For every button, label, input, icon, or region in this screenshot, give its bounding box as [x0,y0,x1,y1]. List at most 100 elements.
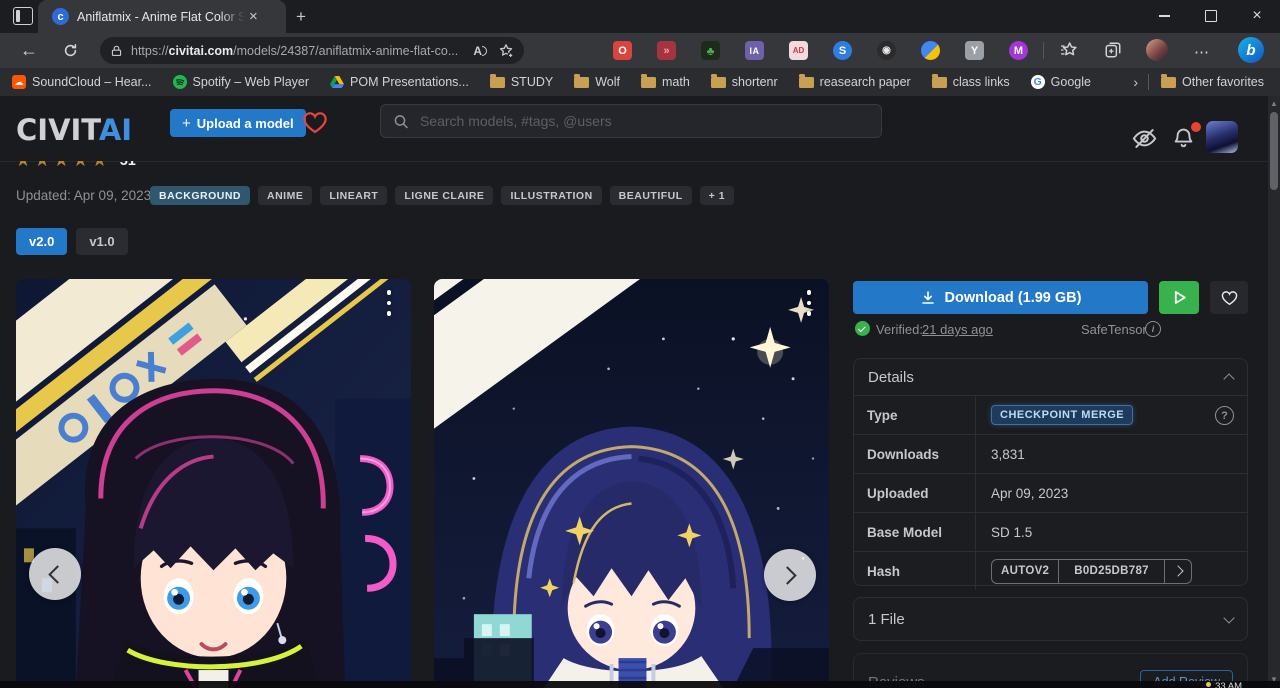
civitai-logo[interactable]: CIVITAI [16,113,132,147]
google-drive-icon [330,76,344,88]
bookmark-folder-math[interactable]: math [641,75,690,89]
files-title: 1 File [868,611,905,628]
hash-copy-group[interactable]: AUTOV2 B0D25DB787 [991,559,1192,584]
files-header[interactable]: 1 File [854,598,1247,640]
toolbar-separator [1043,42,1044,59]
rating-stars[interactable]: ★★★★★ 51 [15,161,235,173]
chevron-right-icon[interactable] [1165,560,1191,583]
folder-icon [932,77,947,88]
user-avatar[interactable] [1206,121,1238,153]
scrollbar-thumb[interactable] [1270,112,1278,190]
like-button[interactable] [1210,281,1248,314]
run-model-button[interactable] [1159,281,1199,314]
chevron-left-icon [48,565,66,583]
version-selector: v2.0 v1.0 [16,228,128,255]
extension-icon-1[interactable]: » [657,41,676,60]
bookmarks-bar: ☁SoundCloud – Hear... Spotify – Web Play… [0,68,1280,96]
version-v1[interactable]: v1.0 [76,228,127,255]
bookmark-folder-shortenr[interactable]: shortenr [711,75,778,89]
search-bar[interactable] [380,104,882,138]
window-maximize-button[interactable] [1188,0,1234,32]
tab-close-icon[interactable]: × [249,9,258,24]
image-1-menu-icon[interactable] [386,290,392,316]
extension-icon-4[interactable]: AD [789,41,808,60]
tag-ligne-claire[interactable]: LIGNE CLAIRE [395,186,493,205]
detail-row-base-model: Base Model SD 1.5 [854,512,1247,551]
bookmark-pom-presentations[interactable]: POM Presentations... [330,75,469,89]
carousel-prev-button[interactable] [29,548,81,600]
extension-icon-2[interactable]: ♣ [701,41,720,60]
hide-eye-icon[interactable] [1132,126,1157,156]
question-icon[interactable]: ? [1215,406,1234,425]
collections-icon[interactable] [1104,41,1122,64]
taskbar-peek[interactable]: 33 AM [0,681,1280,688]
window-close-button[interactable]: × [1234,0,1280,32]
search-input[interactable] [418,112,869,130]
extension-icon-0[interactable]: O [613,41,632,60]
detail-row-hash: Hash AUTOV2 B0D25DB787 [854,551,1247,590]
tag-lineart[interactable]: LINEART [320,186,387,205]
scrollbar-up-arrow[interactable]: ▲ [1270,100,1278,108]
hash-algo: AUTOV2 [992,560,1058,583]
extension-icon-8[interactable]: Y [965,41,984,60]
extension-icon-3[interactable]: IA [745,41,764,60]
tag-anime[interactable]: ANIME [258,186,312,205]
carousel-next-button[interactable] [764,549,816,601]
verified-time-link[interactable]: 21 days ago [922,322,993,337]
address-bar[interactable]: https://civitai.com/models/24387/aniflat… [100,37,524,64]
bookmark-folder-study[interactable]: STUDY [490,75,553,89]
add-favorite-star-icon[interactable] [498,43,514,59]
extension-icon-9[interactable]: M [1009,41,1028,60]
image-2-menu-icon[interactable] [806,290,812,316]
new-tab-button[interactable]: + [296,7,306,27]
bookmark-spotify[interactable]: Spotify – Web Player [173,75,310,89]
back-button[interactable]: ← [20,41,38,59]
other-favorites[interactable]: Other favorites [1161,75,1264,89]
tag-more[interactable]: + 1 [700,186,734,205]
notifications-bell-icon[interactable] [1172,127,1195,155]
download-icon [920,290,936,306]
taskbar-clock[interactable]: 33 AM [1206,681,1242,688]
bing-chat-icon[interactable]: b [1238,37,1264,63]
extension-icon-6[interactable]: ◉ [877,41,896,60]
refresh-button[interactable] [62,42,79,64]
preview-image-1[interactable] [16,279,411,688]
browser-profile-avatar[interactable] [1146,39,1168,61]
tag-illustration[interactable]: ILLUSTRATION [501,186,601,205]
upload-model-button[interactable]: +Upload a model [170,109,306,137]
preview-image-2[interactable] [434,279,829,688]
lock-icon [110,44,123,58]
soundcloud-icon: ☁ [12,75,26,89]
tag-background[interactable]: BACKGROUND [150,186,250,205]
extension-icon-7[interactable] [921,41,940,60]
download-button[interactable]: Download (1.99 GB) [853,281,1148,314]
tab-actions-icon[interactable] [13,7,33,25]
window-minimize-button[interactable] [1141,0,1187,32]
browser-menu-icon[interactable]: ⋯ [1194,43,1210,61]
updated-date: Updated: Apr 09, 2023 [16,188,151,203]
bookmark-folder-wolf[interactable]: Wolf [574,75,620,89]
bookmark-folder-reasearch-paper[interactable]: reasearch paper [799,75,911,89]
bookmark-folder-class-links[interactable]: class links [932,75,1010,89]
liked-models-heart-icon[interactable] [301,109,329,141]
folder-icon [711,77,726,88]
browser-toolbar: ← https://civitai.com/models/24387/anifl… [0,33,1280,68]
details-header[interactable]: Details [854,359,1247,395]
bookmark-google[interactable]: GGoogle [1031,75,1091,89]
detail-row-uploaded: Uploaded Apr 09, 2023 [854,473,1247,512]
browser-tab[interactable]: c Aniflatmix - Anime Flat Color Sty × [38,0,286,33]
verified-label: Verified: [876,322,923,337]
tag-beautiful[interactable]: BEAUTIFUL [610,186,692,205]
favorites-bar-icon[interactable] [1060,41,1078,64]
spotify-icon [173,75,187,89]
hash-value: B0D25DB787 [1058,560,1165,583]
play-icon [1171,289,1188,306]
version-v2[interactable]: v2.0 [16,228,67,255]
detail-row-downloads: Downloads 3,831 [854,434,1247,473]
read-aloud-icon[interactable]: A [473,44,482,58]
bookmark-soundcloud[interactable]: ☁SoundCloud – Hear... [12,75,152,89]
type-badge[interactable]: CHECKPOINT MERGE [991,405,1133,425]
extension-icon-5[interactable]: S [833,41,852,60]
bookmarks-overflow-chevron[interactable]: › [1133,74,1138,90]
info-icon[interactable]: i [1145,321,1161,337]
